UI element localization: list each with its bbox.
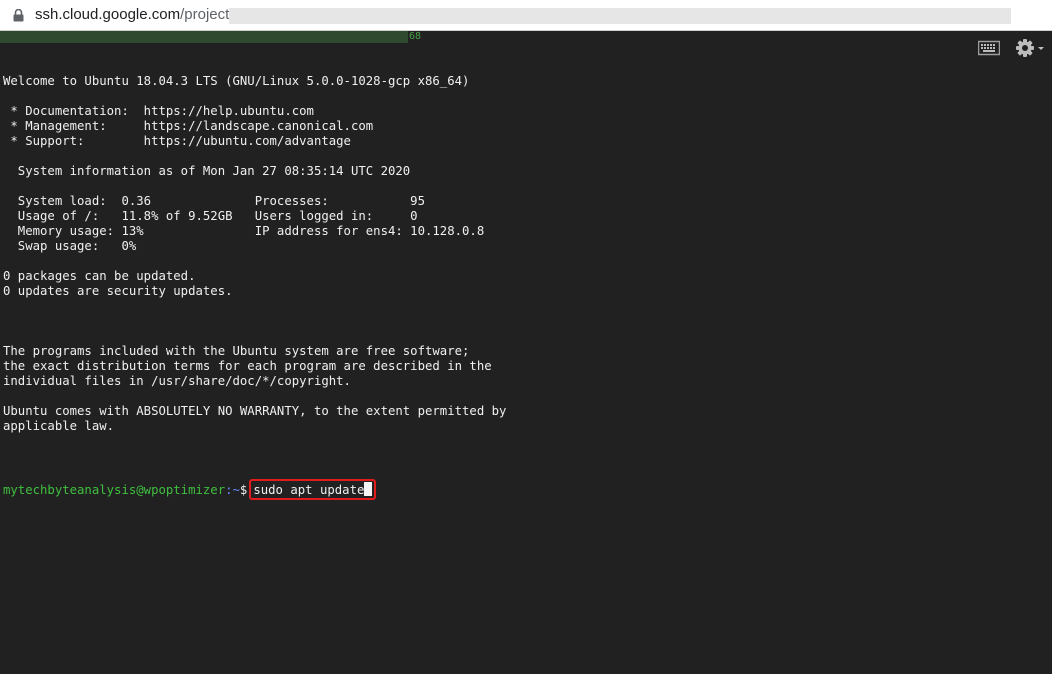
terminal-line: Ubuntu comes with ABSOLUTELY NO WARRANTY… xyxy=(3,404,507,418)
url-redaction xyxy=(229,8,1011,24)
url-text[interactable]: ssh.cloud.google.com/projects/ xyxy=(35,6,241,23)
terminal-line: * Support: https://ubuntu.com/advantage xyxy=(3,134,351,148)
browser-address-bar[interactable]: ssh.cloud.google.com/projects/ xyxy=(0,0,1052,31)
lock-icon xyxy=(13,8,24,22)
prompt-path: :~ xyxy=(225,483,240,497)
terminal-line: Usage of /: 11.8% of 9.52GB Users logged… xyxy=(3,209,418,223)
typed-command: sudo apt update xyxy=(253,483,365,497)
command-highlight-box: sudo apt update xyxy=(249,479,377,500)
prompt-user-host: mytechbyteanalysis@wpoptimizer xyxy=(3,483,226,497)
terminal-line: 0 packages can be updated. xyxy=(3,269,196,283)
terminal-line: 0 updates are security updates. xyxy=(3,284,233,298)
terminal-line: Memory usage: 13% IP address for ens4: 1… xyxy=(3,224,485,238)
connection-progress-bar xyxy=(0,31,408,43)
progress-label: 68 xyxy=(409,31,422,42)
terminal-lines: Welcome to Ubuntu 18.04.3 LTS (GNU/Linux… xyxy=(3,74,963,449)
terminal-cursor xyxy=(364,482,373,496)
keyboard-icon[interactable] xyxy=(977,40,1001,56)
prompt-symbol: $ xyxy=(239,483,248,497)
terminal-line: System information as of Mon Jan 27 08:3… xyxy=(3,164,411,178)
terminal-line: * Documentation: https://help.ubuntu.com xyxy=(3,104,314,118)
settings-gear-button[interactable] xyxy=(1015,38,1045,58)
url-host: ssh.cloud.google.com xyxy=(35,6,181,23)
terminal-line: Swap usage: 0% xyxy=(3,239,137,253)
terminal-line: individual files in /usr/share/doc/*/cop… xyxy=(3,374,351,388)
terminal-output[interactable]: Welcome to Ubuntu 18.04.3 LTS (GNU/Linux… xyxy=(3,44,963,674)
terminal-line: the exact distribution terms for each pr… xyxy=(3,359,492,373)
terminal-line: applicable law. xyxy=(3,419,115,433)
command-prompt-line[interactable]: mytechbyteanalysis@wpoptimizer:~$ sudo ap… xyxy=(3,479,963,500)
gear-icon xyxy=(1015,39,1045,62)
terminal-line: * Management: https://landscape.canonica… xyxy=(3,119,374,133)
terminal-line: Welcome to Ubuntu 18.04.3 LTS (GNU/Linux… xyxy=(3,74,470,88)
terminal-line: System load: 0.36 Processes: 95 xyxy=(3,194,425,208)
terminal-line: The programs included with the Ubuntu sy… xyxy=(3,344,470,358)
